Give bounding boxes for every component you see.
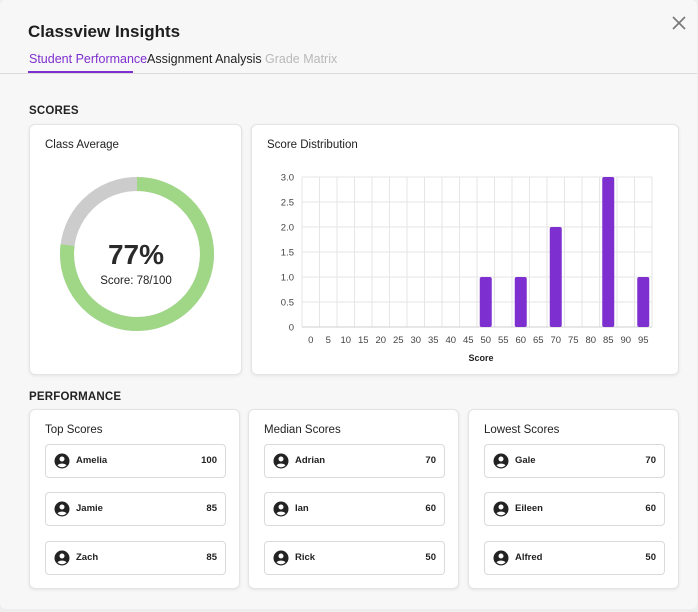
x-tick-label: 25 <box>393 335 404 346</box>
score-distribution-card: Score Distribution 0 0.5 1.0 1.5 2.0 2.5 3.0 0 5… <box>251 124 679 375</box>
y-tick-label: 0 <box>289 323 294 334</box>
student-score: 60 <box>425 503 436 514</box>
tab-grade-matrix: Grade Matrix <box>265 52 338 66</box>
student-name: Jamie <box>76 503 103 514</box>
class-average-score: Score: 78/100 <box>100 275 172 287</box>
student-name: Amelia <box>76 455 108 466</box>
x-tick-label: 90 <box>620 335 631 346</box>
student-name: Alfred <box>515 552 543 563</box>
student-score: 70 <box>425 455 436 466</box>
student-score: 60 <box>645 503 656 514</box>
median-scores-card: Median Scores Adrian 70 Ian 60 Rick 50 <box>248 409 459 589</box>
x-tick-label: 70 <box>550 335 561 346</box>
student-name: Rick <box>295 552 316 563</box>
top-scores-card: Top Scores Amelia 100 Jamie 85 Zach 85 <box>29 409 240 589</box>
student-row[interactable]: Jamie 85 <box>45 492 226 526</box>
tab-assignment-analysis[interactable]: Assignment Analysis <box>147 52 262 66</box>
student-score: 70 <box>645 455 656 466</box>
score-distribution-chart: 0 0.5 1.0 1.5 2.0 2.5 3.0 0 5 10 15 20 25 30 35 40 45 50 5… <box>281 173 653 363</box>
user-icon <box>273 550 289 566</box>
x-tick-label: 40 <box>445 335 456 346</box>
x-tick-label: 35 <box>428 335 439 346</box>
bar <box>637 277 650 327</box>
x-tick-label: 15 <box>358 335 369 346</box>
student-score: 85 <box>206 552 217 563</box>
bar <box>479 277 492 327</box>
x-tick-label: 10 <box>340 335 351 346</box>
user-icon <box>54 550 70 566</box>
user-icon <box>493 501 509 517</box>
y-tick-label: 2.5 <box>281 198 294 209</box>
x-tick-label: 55 <box>498 335 509 346</box>
x-tick-label: 80 <box>585 335 596 346</box>
x-tick-label: 50 <box>480 335 491 346</box>
x-tick-label: 60 <box>515 335 526 346</box>
lowest-scores-card: Lowest Scores Gale 70 Eileen 60 Alfred 5… <box>468 409 679 589</box>
student-name: Adrian <box>295 455 326 466</box>
student-name: Ian <box>295 503 309 514</box>
student-row[interactable]: Rick 50 <box>264 541 445 575</box>
performance-section-label: PERFORMANCE <box>29 391 122 403</box>
x-tick-label: 20 <box>375 335 386 346</box>
class-average-title: Class Average <box>45 139 119 151</box>
bar <box>514 277 527 327</box>
student-row[interactable]: Adrian 70 <box>264 444 445 478</box>
user-icon <box>493 453 509 469</box>
y-tick-label: 1.0 <box>281 273 294 284</box>
x-axis-label: Score <box>468 353 493 363</box>
student-row[interactable]: Alfred 50 <box>484 541 665 575</box>
student-row[interactable]: Gale 70 <box>484 444 665 478</box>
class-average-card: Class Average 77% Score: 78/100 <box>29 124 242 375</box>
close-icon[interactable] <box>668 12 690 34</box>
dialog-title: Classview Insights <box>28 22 181 41</box>
x-tick-label: 45 <box>463 335 474 346</box>
y-tick-label: 0.5 <box>281 298 294 309</box>
user-icon <box>273 501 289 517</box>
user-icon <box>54 453 70 469</box>
x-tick-label: 30 <box>410 335 421 346</box>
y-tick-label: 2.0 <box>281 223 294 234</box>
y-tick-label: 3.0 <box>281 173 294 184</box>
top-scores-title: Top Scores <box>45 424 103 436</box>
y-tick-label: 1.5 <box>281 248 294 259</box>
user-icon <box>273 453 289 469</box>
x-tick-label: 5 <box>326 335 331 346</box>
student-row[interactable]: Amelia 100 <box>45 444 226 478</box>
x-tick-label: 85 <box>603 335 614 346</box>
x-tick-label: 65 <box>533 335 544 346</box>
student-score: 50 <box>645 552 656 563</box>
student-score: 100 <box>201 455 217 466</box>
x-tick-label: 75 <box>568 335 579 346</box>
x-tick-label: 0 <box>308 335 313 346</box>
x-tick-label: 95 <box>638 335 649 346</box>
user-icon <box>493 550 509 566</box>
student-name: Gale <box>515 455 536 466</box>
dialog-header: Classview Insights Student Performance A… <box>0 0 697 74</box>
insights-dialog: Classview Insights Student Performance A… <box>0 0 697 609</box>
bar <box>549 227 562 327</box>
student-row[interactable]: Zach 85 <box>45 541 226 575</box>
scores-section-label: SCORES <box>29 105 79 117</box>
bar <box>602 177 615 327</box>
user-icon <box>54 501 70 517</box>
active-tab-indicator <box>28 71 133 73</box>
tab-student-performance[interactable]: Student Performance <box>29 52 147 66</box>
median-scores-title: Median Scores <box>264 424 341 436</box>
student-score: 85 <box>206 503 217 514</box>
student-name: Zach <box>76 552 99 563</box>
lowest-scores-title: Lowest Scores <box>484 424 560 436</box>
class-average-percent: 77% <box>107 239 165 270</box>
student-score: 50 <box>425 552 436 563</box>
student-row[interactable]: Eileen 60 <box>484 492 665 526</box>
student-row[interactable]: Ian 60 <box>264 492 445 526</box>
student-name: Eileen <box>515 503 543 514</box>
